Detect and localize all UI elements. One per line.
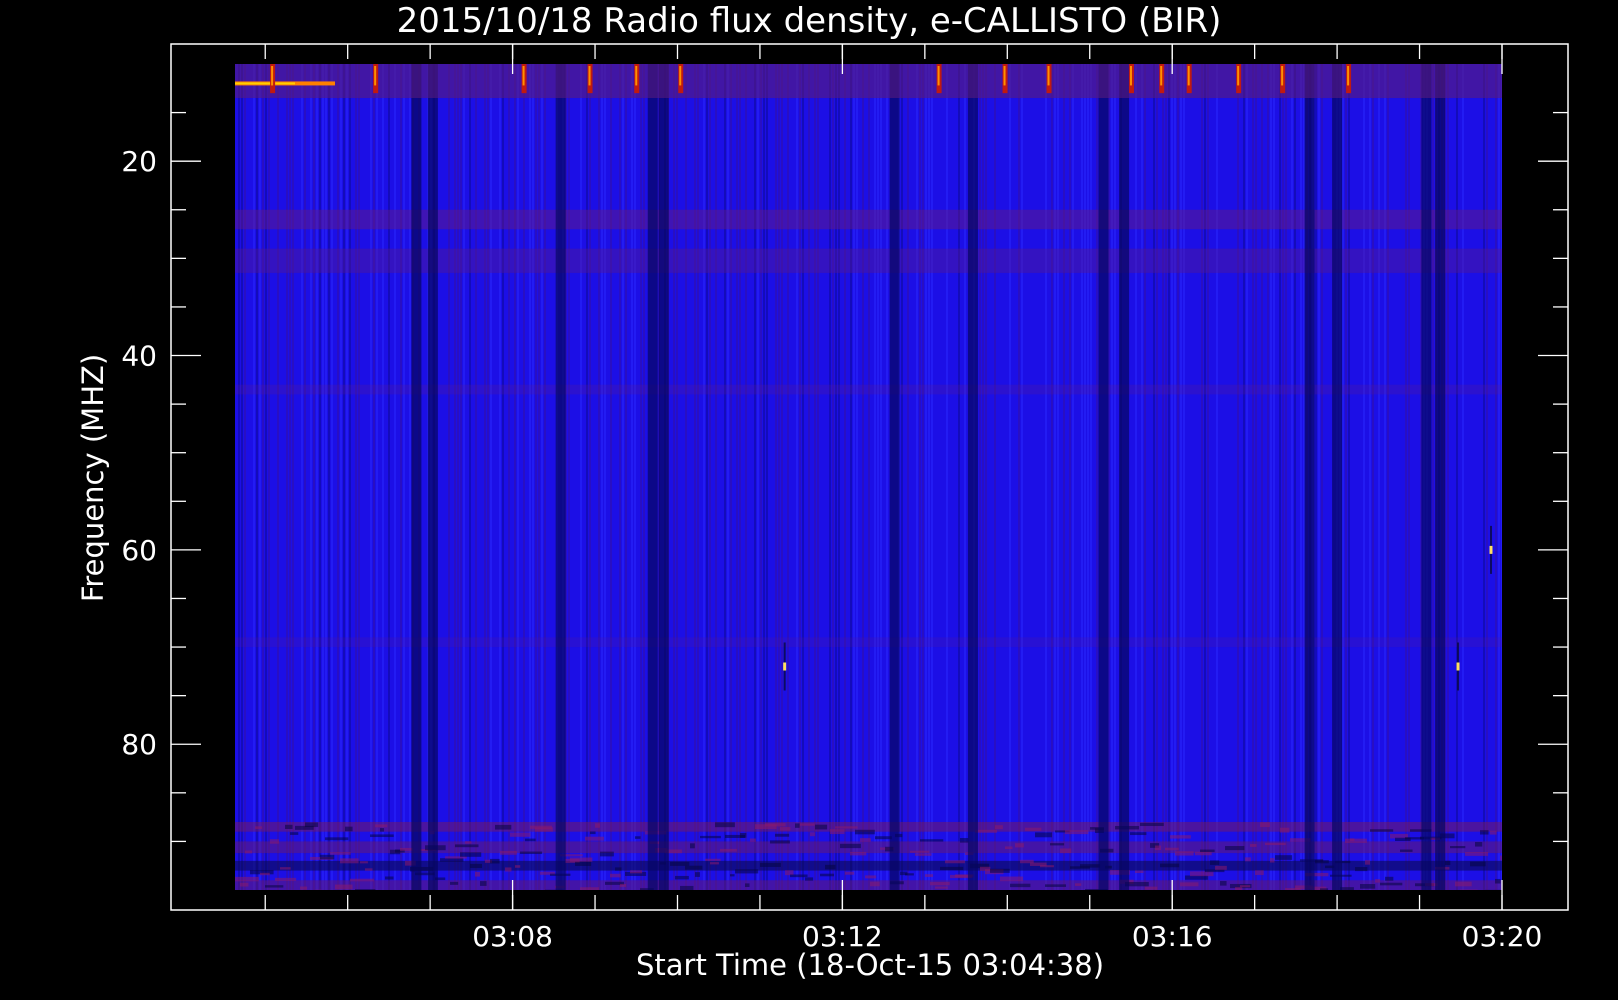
spectrogram-chart: 2015/10/18 Radio flux density, e-CALLIST… (76, 1, 1569, 982)
x-tick-label: 03:08 (472, 920, 553, 953)
y-tick-label: 40 (121, 340, 157, 373)
dark-lane (1435, 64, 1446, 890)
y-tick-label: 20 (121, 145, 157, 178)
y-tick-label: 60 (121, 534, 157, 567)
spike-mark (783, 662, 787, 671)
dark-lane (1332, 64, 1343, 890)
x-axis-label: Start Time (18-Oct-15 03:04:38) (636, 948, 1104, 982)
dark-lane (889, 64, 900, 890)
y-tick-label: 80 (121, 728, 157, 761)
y-tick-labels: 20 40 60 80 (121, 145, 157, 761)
y-axis-label: Frequency (MHZ) (76, 354, 110, 602)
top-band (235, 64, 1502, 99)
dark-lane (967, 64, 978, 890)
spectrogram-image (235, 64, 1502, 890)
dark-lane (1421, 64, 1432, 890)
dark-lane (647, 64, 658, 890)
dark-lane (1119, 64, 1130, 890)
dark-lane (555, 64, 566, 890)
dark-lane (1304, 64, 1315, 890)
chart-title: 2015/10/18 Radio flux density, e-CALLIST… (397, 1, 1222, 41)
dark-lane (1098, 64, 1109, 890)
spike-mark (1489, 545, 1493, 554)
dark-lane (658, 64, 669, 890)
dark-lane (427, 64, 438, 890)
x-tick-label: 03:16 (1132, 920, 1213, 953)
spike-mark (1456, 662, 1460, 671)
dark-lane (411, 64, 422, 890)
x-tick-label: 03:20 (1462, 920, 1543, 953)
